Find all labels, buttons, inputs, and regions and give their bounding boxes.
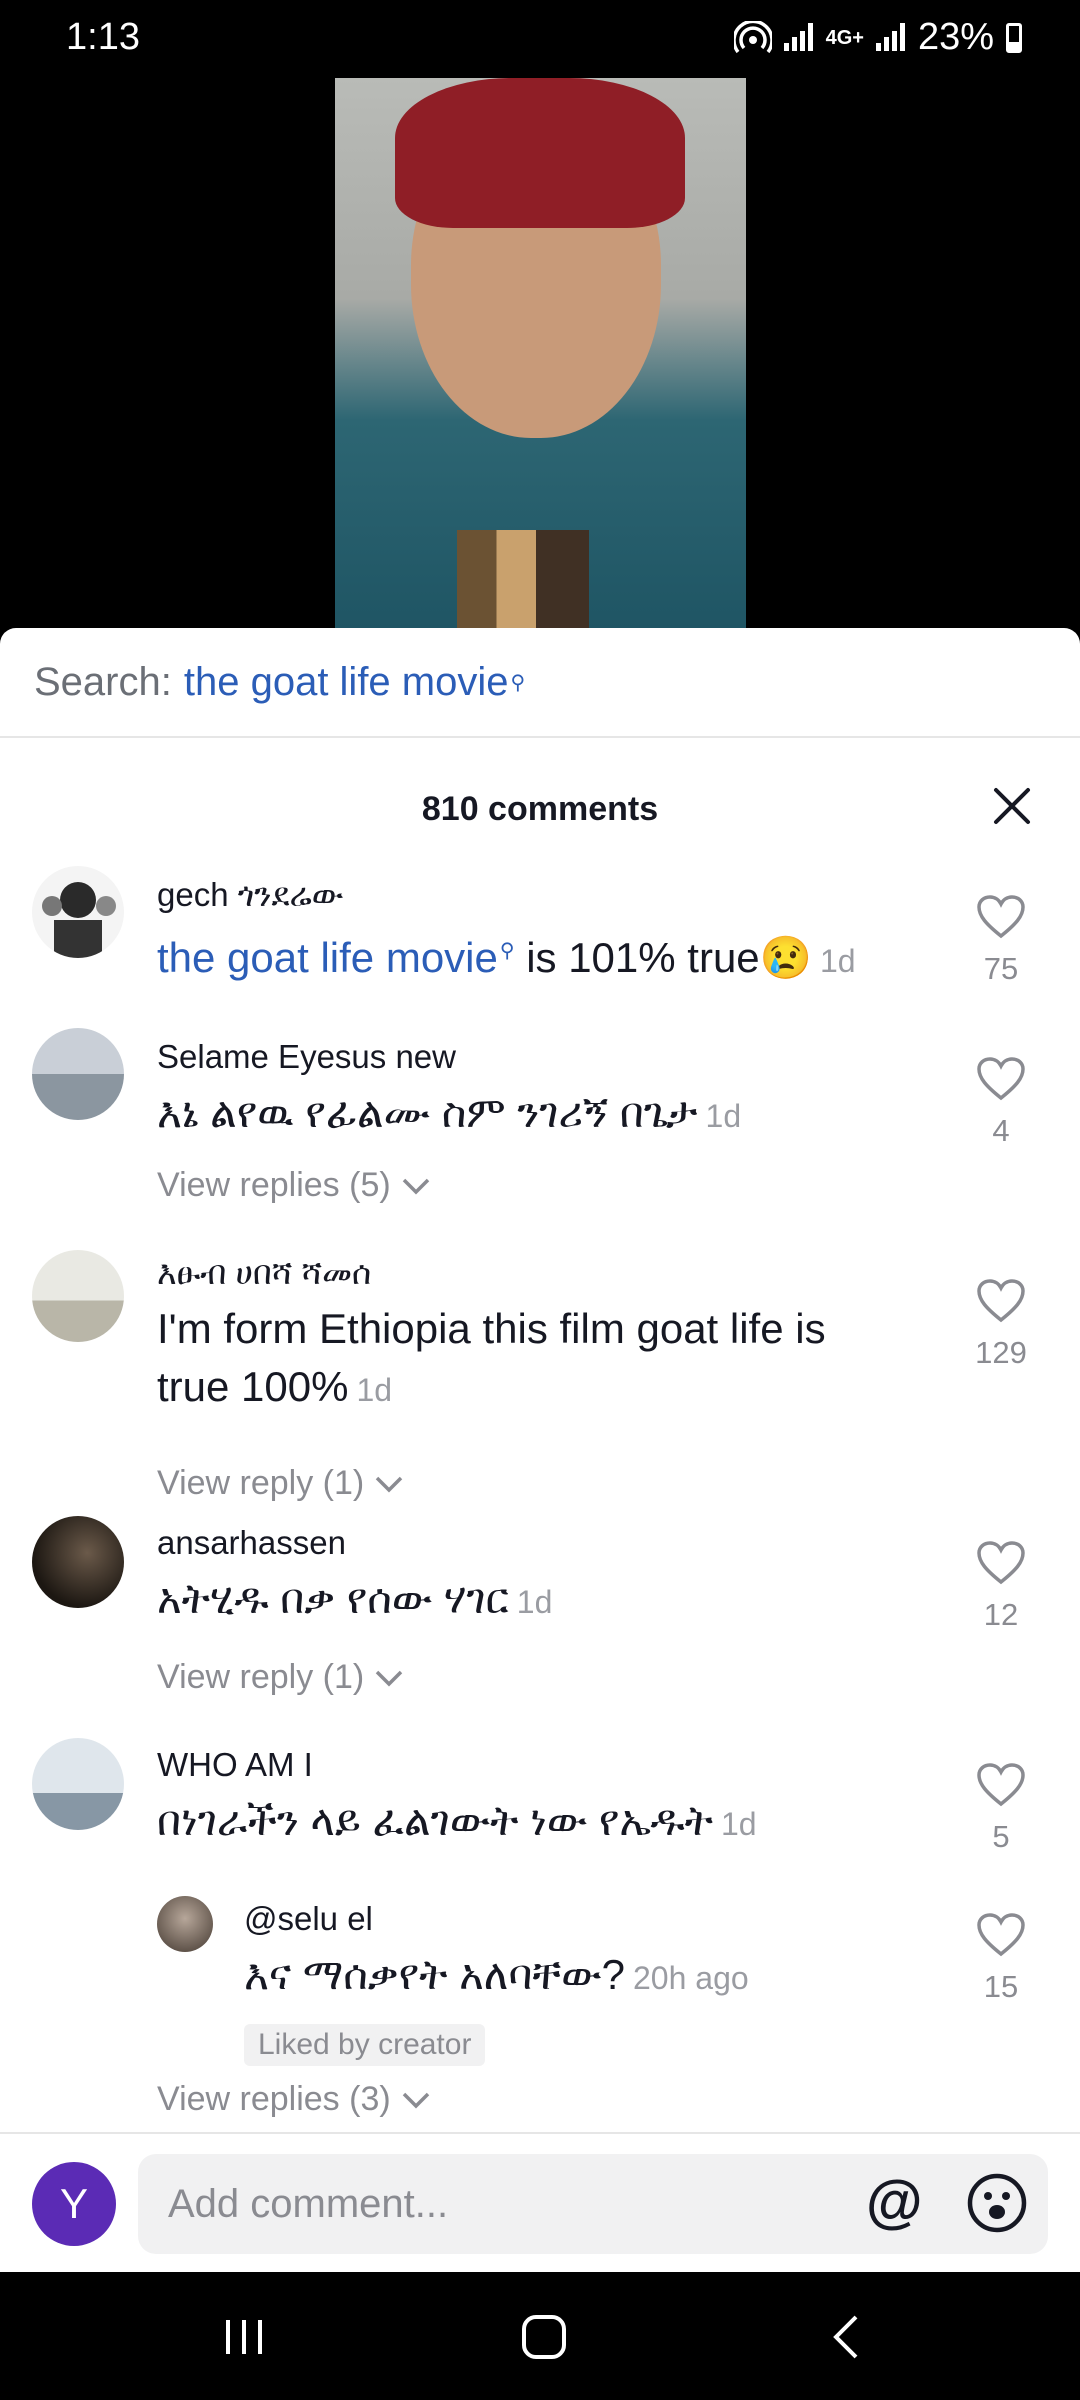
- heart-icon: [977, 1279, 1025, 1323]
- avatar[interactable]: [32, 1250, 124, 1342]
- comment-text-body: አትሂዱ በቃ የሰው ሃገር: [157, 1575, 509, 1622]
- search-suggestion[interactable]: Search: the goat life movie ⚲: [0, 628, 1080, 738]
- video-headscarf: [395, 78, 685, 228]
- battery-icon: [1006, 22, 1022, 53]
- hotspot-icon: [733, 20, 772, 53]
- liked-by-creator-badge: Liked by creator: [244, 2024, 486, 2066]
- comment-text: አትሂዱ በቃ የሰው ሃገር 1d: [157, 1570, 907, 1631]
- heart-icon: [977, 895, 1025, 939]
- avatar[interactable]: [32, 1028, 124, 1120]
- like-count: 5: [992, 1819, 1010, 1854]
- search-query-link[interactable]: the goat life movie: [184, 660, 509, 705]
- comment-search-link[interactable]: the goat life movie: [157, 934, 498, 981]
- like-count: 4: [992, 1113, 1010, 1148]
- comment-time: 1d: [516, 1584, 553, 1620]
- comment-text: እና ማሰቃየት አለባቸው? 20h ago: [244, 1946, 924, 2007]
- avatar-image: [42, 882, 116, 958]
- heart-icon: [977, 1057, 1025, 1101]
- video-preview[interactable]: [335, 78, 746, 630]
- comment-username[interactable]: እፁብ ሀበሻ ሻመሰ: [157, 1254, 371, 1293]
- avatar[interactable]: [32, 1738, 124, 1830]
- comment-time: 1d: [720, 1806, 757, 1842]
- status-icons: 4G+ 23%: [733, 16, 1022, 59]
- signal-icon: [783, 22, 814, 53]
- comment-time: 1d: [356, 1372, 393, 1408]
- avatar[interactable]: [32, 866, 124, 958]
- network-type: 4G+: [825, 26, 864, 49]
- search-label: Search:: [34, 659, 172, 704]
- like-button[interactable]: 129: [966, 1278, 1036, 1371]
- like-button[interactable]: 12: [966, 1540, 1036, 1633]
- avatar[interactable]: [32, 1516, 124, 1608]
- comments-header: 810 comments: [0, 738, 1080, 860]
- comment-username[interactable]: Selame Eyesus new: [157, 1038, 456, 1076]
- current-user-avatar[interactable]: Y: [32, 2162, 116, 2246]
- video-overlay-thumbnails: [457, 530, 589, 630]
- like-button[interactable]: 4: [966, 1056, 1036, 1149]
- comment-text-body: እኔ ልየዉ የፊልሙ ስም ንገሪኝ በጌታ: [157, 1089, 698, 1136]
- mention-button[interactable]: @: [866, 2170, 923, 2234]
- close-icon[interactable]: [990, 784, 1034, 828]
- view-replies-label: View reply (1): [157, 1658, 365, 1696]
- view-replies-button[interactable]: View replies (3): [157, 2080, 431, 2119]
- view-replies-label: View reply (1): [157, 1464, 365, 1502]
- back-icon[interactable]: [818, 2312, 878, 2362]
- emoji-icon[interactable]: [966, 2172, 1028, 2234]
- heart-icon: [977, 1541, 1025, 1585]
- comment-text-body: እና ማሰቃየት አለባቸው?: [244, 1951, 625, 1998]
- like-button[interactable]: 5: [966, 1762, 1036, 1855]
- comment-time: 1d: [819, 943, 856, 979]
- chevron-down-icon: [375, 1476, 403, 1492]
- comment-text-body: I'm form Ethiopia this film goat life is…: [157, 1305, 826, 1410]
- comment-username[interactable]: @selu el: [244, 1900, 373, 1938]
- comment-composer: Y @: [0, 2132, 1080, 2272]
- like-button[interactable]: 15: [966, 1912, 1036, 2005]
- comments-count: 810 comments: [421, 790, 659, 828]
- comments-sheet: Search: the goat life movie ⚲ 810 commen…: [0, 628, 1080, 2272]
- comment-text: እኔ ልየዉ የፊልሙ ስም ንገሪኝ በጌታ 1d: [157, 1084, 907, 1145]
- signal-icon-2: [875, 22, 906, 53]
- status-bar: 1:13 4G+ 23%: [0, 0, 1080, 76]
- comment-text: I'm form Ethiopia this film goat life is…: [157, 1300, 907, 1419]
- system-nav-bar: [0, 2272, 1080, 2400]
- comment-username[interactable]: WHO AM I: [157, 1746, 313, 1784]
- comment-username[interactable]: gech ጎንደሬው: [157, 876, 343, 915]
- like-count: 129: [975, 1335, 1027, 1370]
- comment-text-body: በነገራችን ላይ ፈልገውት ነው የኤዱት: [157, 1797, 713, 1844]
- heart-icon: [977, 1913, 1025, 1957]
- status-time: 1:13: [66, 16, 140, 58]
- view-replies-button[interactable]: View replies (5): [157, 1166, 431, 1205]
- view-replies-button[interactable]: View reply (1): [157, 1658, 404, 1697]
- chevron-down-icon: [402, 1178, 429, 1194]
- comment-text: the goat life movie ⚲ is 101% true😢 1d: [157, 922, 907, 990]
- view-replies-label: View replies (3): [157, 2080, 391, 2118]
- recent-apps-icon[interactable]: [214, 2312, 274, 2362]
- heart-icon: [977, 1763, 1025, 1807]
- comment-time: 20h ago: [632, 1960, 749, 1996]
- comment-time: 1d: [705, 1098, 742, 1134]
- avatar[interactable]: [157, 1896, 213, 1952]
- comment-text: በነገራችን ላይ ፈልገውት ነው የኤዱት 1d: [157, 1792, 907, 1853]
- chevron-down-icon: [402, 2092, 429, 2108]
- home-icon[interactable]: [514, 2312, 574, 2362]
- like-button[interactable]: 75: [966, 894, 1036, 987]
- like-count: 12: [983, 1597, 1019, 1632]
- like-count: 15: [983, 1969, 1019, 2004]
- like-count: 75: [983, 951, 1019, 986]
- view-replies-label: View replies (5): [157, 1166, 391, 1204]
- view-replies-button[interactable]: View reply (1): [157, 1464, 404, 1503]
- comment-username[interactable]: ansarhassen: [157, 1524, 346, 1562]
- search-icon: ⚲: [499, 940, 515, 962]
- chevron-down-icon: [375, 1670, 403, 1686]
- comment-text-body: is 101% true😢: [514, 934, 812, 981]
- battery-percent: 23%: [917, 16, 994, 58]
- search-icon: ⚲: [510, 671, 526, 694]
